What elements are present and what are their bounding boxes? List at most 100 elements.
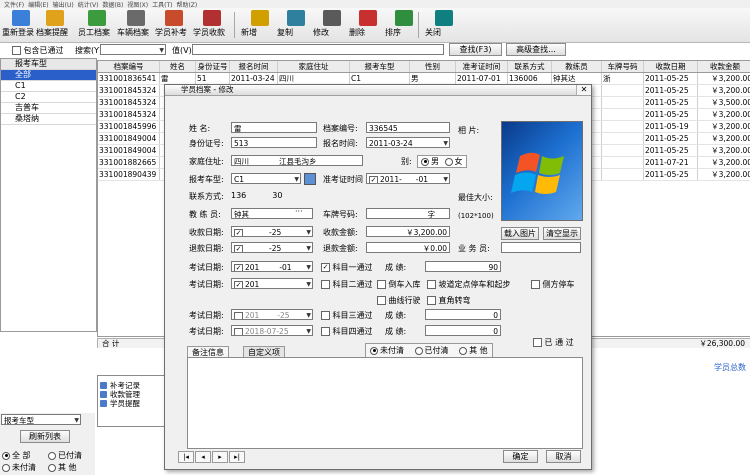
exam4-checkbox[interactable]: [234, 327, 243, 335]
option-curve-driving[interactable]: 曲线行驶: [377, 295, 421, 306]
nav-student-reminder[interactable]: 学员提醒: [98, 399, 173, 408]
ok-button[interactable]: 确定: [503, 450, 538, 463]
toolbar-button[interactable]: 学员收款: [193, 9, 231, 41]
radio-unpaid[interactable]: 未付清: [2, 462, 36, 473]
admission-checkbox[interactable]: [369, 175, 378, 183]
reg-time-input[interactable]: 2011-03-24: [366, 137, 450, 148]
grid-column-header[interactable]: 收款金额: [698, 61, 750, 72]
exam1-checkbox[interactable]: [234, 263, 243, 271]
tree-item[interactable]: 桑塔纳: [1, 114, 96, 125]
prev-record-icon[interactable]: ◂: [195, 451, 211, 463]
grid-column-header[interactable]: 车牌号码: [602, 61, 644, 72]
radio-paid[interactable]: 已付清: [48, 450, 82, 461]
toolbar-button[interactable]: 员工档案: [78, 9, 116, 41]
tree-item[interactable]: 吉普车: [1, 103, 96, 114]
refund-date-checkbox[interactable]: [234, 244, 243, 252]
search-field-select[interactable]: [100, 44, 166, 55]
refund-amount-input[interactable]: ￥0.00: [366, 242, 450, 253]
nav-payment-management[interactable]: 收款管理: [98, 390, 173, 399]
radio-other[interactable]: 其 他: [48, 462, 77, 473]
salesman-input[interactable]: [501, 242, 581, 253]
radio-other-status[interactable]: [459, 346, 468, 355]
notes-textarea[interactable]: [187, 357, 583, 449]
toolbar-button[interactable]: 车辆档案: [117, 9, 155, 41]
calendar-icon[interactable]: [304, 173, 316, 185]
score3-input[interactable]: 0: [425, 309, 501, 320]
grid-column-header[interactable]: 报名时间: [230, 61, 278, 72]
subject1-passed-checkbox[interactable]: 科目一通过: [321, 262, 373, 273]
name-input[interactable]: 雷: [231, 122, 317, 133]
tree-item[interactable]: 全部: [1, 70, 96, 81]
gender-female-radio[interactable]: [444, 157, 453, 166]
last-record-icon[interactable]: ▸|: [229, 451, 245, 463]
subject3-passed-checkbox[interactable]: 科目三通过: [321, 310, 373, 321]
toolbar-button[interactable]: 新增: [241, 9, 279, 41]
tree-item[interactable]: C2: [1, 92, 96, 103]
grid-column-header[interactable]: 收款日期: [644, 61, 698, 72]
option-right-angle-turn[interactable]: 直角转弯: [427, 295, 471, 306]
grid-column-header[interactable]: 性别: [410, 61, 456, 72]
next-record-icon[interactable]: ▸: [212, 451, 228, 463]
all-passed-checkbox[interactable]: 已 通 过: [533, 337, 574, 348]
id-input[interactable]: 513: [231, 137, 317, 148]
grid-column-header[interactable]: 姓名: [160, 61, 196, 72]
address-input[interactable]: 四川 江县毛沟乡: [231, 155, 363, 166]
cartype-select[interactable]: C1: [231, 173, 301, 184]
toolbar-button[interactable]: 关闭: [425, 9, 463, 41]
toolbar-button[interactable]: 删除: [349, 9, 387, 41]
tree-item[interactable]: C1: [1, 81, 96, 92]
admission-input[interactable]: 2011- -01: [366, 173, 450, 184]
close-icon[interactable]: ✕: [576, 85, 591, 95]
option-hill-start[interactable]: 坡道定点停车和起步: [427, 279, 511, 290]
checkbox-box[interactable]: [12, 46, 21, 55]
radio-paid-status[interactable]: [414, 346, 423, 355]
plate-select[interactable]: 字: [366, 208, 450, 219]
cancel-button[interactable]: 取消: [546, 450, 581, 463]
toolbar-button[interactable]: 复制: [277, 9, 315, 41]
grid-column-header[interactable]: 身份证号: [196, 61, 230, 72]
score1-input[interactable]: 90: [425, 261, 501, 272]
exam2-checkbox[interactable]: [234, 280, 243, 288]
grid-column-header[interactable]: 档案编号: [98, 61, 160, 72]
grid-column-header[interactable]: 教练员: [552, 61, 602, 72]
exam3-date-input[interactable]: 201 -25: [231, 309, 313, 320]
grid-column-header[interactable]: 联系方式: [508, 61, 552, 72]
refund-date-input[interactable]: -25: [231, 242, 313, 253]
radio-unpaid-status[interactable]: [370, 346, 378, 355]
exam4-date-input[interactable]: 2018-07-25: [231, 325, 313, 336]
radio-all[interactable]: 全 部: [2, 450, 31, 461]
clear-photo-button[interactable]: 清空显示: [543, 227, 581, 240]
grid-column-header[interactable]: 准考证时间: [456, 61, 508, 72]
subject4-passed-checkbox[interactable]: 科目四通过: [321, 326, 373, 337]
search-button[interactable]: 查找(F3): [449, 43, 502, 56]
exam2-date-input[interactable]: 201: [231, 278, 313, 289]
nav-retest-record[interactable]: 补考记录: [98, 381, 173, 390]
grid-column-header[interactable]: 报考车型: [350, 61, 410, 72]
search-value-input[interactable]: [192, 44, 444, 55]
include-passed-checkbox[interactable]: 包含已通过: [12, 45, 64, 56]
sort-icon: [395, 10, 413, 26]
refresh-list-button[interactable]: 刷新列表: [20, 430, 70, 443]
grid-column-header[interactable]: 家庭住址: [278, 61, 350, 72]
toolbar-button[interactable]: 档案提醒: [36, 9, 74, 41]
toolbar-button[interactable]: 重新登录: [2, 9, 40, 41]
option-reverse-parking[interactable]: 倒车入库: [377, 279, 421, 290]
unpaid-label: 未付清: [380, 346, 404, 355]
score4-input[interactable]: 0: [425, 325, 501, 336]
advanced-search-button[interactable]: 高级查找...: [506, 43, 566, 56]
cartype-combo[interactable]: 报考车型: [1, 414, 81, 425]
pay-date-input[interactable]: -25: [231, 226, 313, 237]
coach-more-icon[interactable]: ···: [295, 207, 303, 216]
file-no-input[interactable]: 336545: [366, 122, 450, 133]
exam1-date-input[interactable]: 201 -01: [231, 261, 313, 272]
gender-male-radio[interactable]: [421, 157, 429, 166]
load-photo-button[interactable]: 载入图片: [501, 227, 539, 240]
pay-amount-input[interactable]: ￥3,200.00: [366, 226, 450, 237]
exam3-checkbox[interactable]: [234, 311, 243, 319]
toolbar-button[interactable]: 修改: [313, 9, 351, 41]
toolbar-button[interactable]: 学员补考: [155, 9, 193, 41]
subject2-passed-checkbox[interactable]: 科目二通过: [321, 279, 373, 290]
pay-date-checkbox[interactable]: [234, 228, 243, 236]
first-record-icon[interactable]: |◂: [178, 451, 194, 463]
option-side-parking[interactable]: 侧方停车: [531, 279, 575, 290]
